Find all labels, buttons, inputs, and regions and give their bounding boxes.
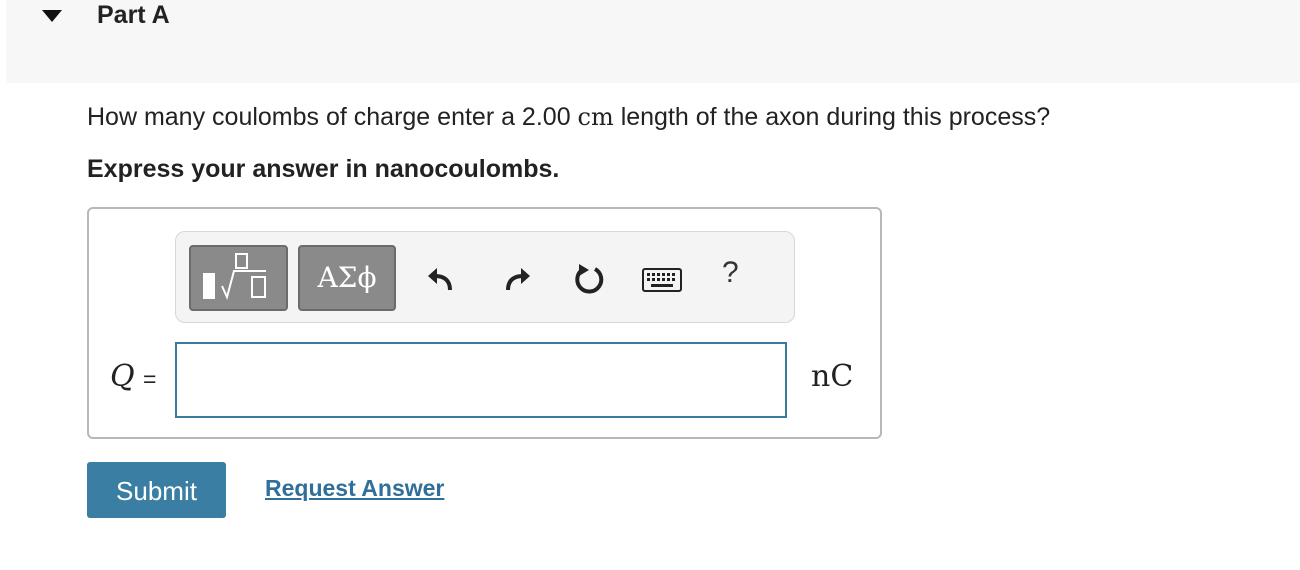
reset-icon[interactable] <box>569 260 609 300</box>
question-text-end: length of the axon during this process? <box>613 103 1051 131</box>
question-text: How many coulombs of charge enter a 2.00… <box>87 103 1050 132</box>
submit-button[interactable]: Submit <box>87 462 226 518</box>
question-unit: cm <box>577 103 614 131</box>
symbols-button[interactable]: ΑΣϕ <box>298 245 396 311</box>
answer-unit: nC <box>811 359 854 394</box>
answer-input[interactable] <box>175 342 787 418</box>
templates-button[interactable] <box>189 245 288 311</box>
equals-sign: = <box>143 366 157 392</box>
triangle-down-icon[interactable] <box>42 10 62 24</box>
request-answer-link[interactable]: Request Answer <box>265 475 444 502</box>
part-title[interactable]: Part A <box>97 1 170 30</box>
math-toolbar: ΑΣϕ ? <box>175 231 795 323</box>
keyboard-icon[interactable] <box>642 268 682 294</box>
undo-icon[interactable] <box>420 260 460 300</box>
part-header: Part A <box>6 0 1300 83</box>
answer-box: ΑΣϕ ? Q = nC <box>87 207 882 439</box>
answer-instruction: Express your answer in nanocoulombs. <box>87 155 560 183</box>
answer-variable: Q <box>110 359 135 394</box>
help-button[interactable]: ? <box>722 256 739 290</box>
question-text-start: How many coulombs of charge enter a 2.00 <box>87 103 578 131</box>
templates-sqrt-icon <box>203 253 266 300</box>
redo-icon[interactable] <box>498 260 538 300</box>
